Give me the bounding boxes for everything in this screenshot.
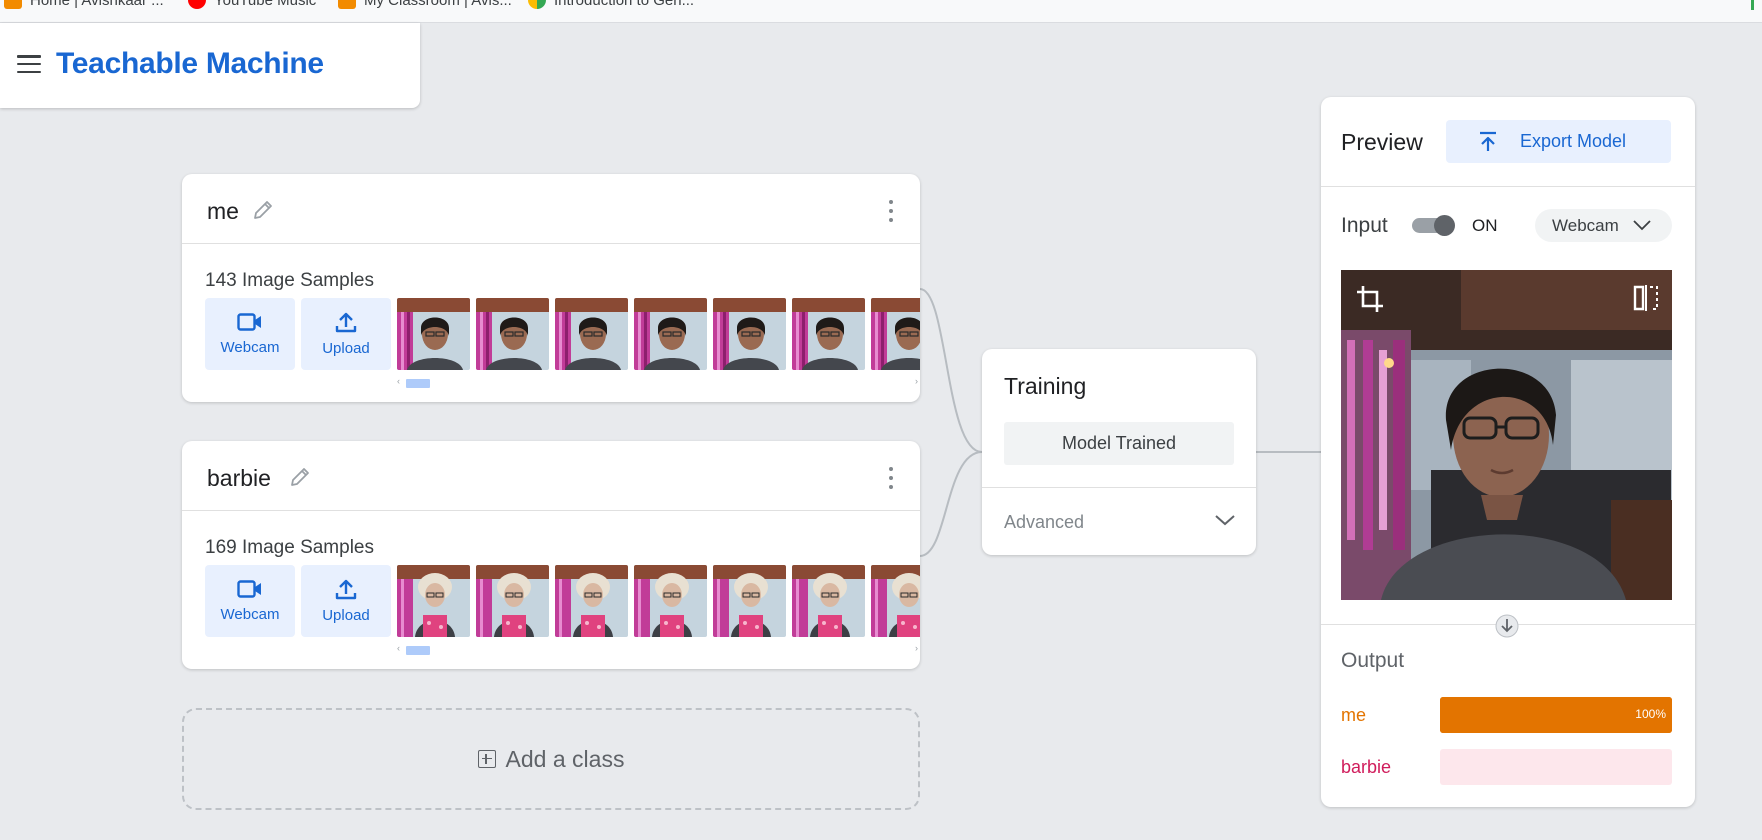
confidence-bar-barbie [1440,749,1672,785]
webcam-button[interactable]: Webcam [205,565,295,637]
class-name[interactable]: me [207,198,239,225]
sample-thumbnail[interactable] [713,298,786,370]
thumbnail-scrollbar[interactable]: ‹ › [397,376,920,388]
training-card: Training Model Trained Advanced [982,349,1256,555]
export-model-button[interactable]: Export Model [1446,120,1671,163]
model-trained-button[interactable]: Model Trained [1004,422,1234,465]
sample-thumbnail[interactable] [792,298,865,370]
hamburger-menu-icon[interactable] [17,55,41,73]
bookmark-avishkaar-home[interactable]: Home | Avishkaar ... [4,0,164,9]
avishkaar-icon [4,0,22,9]
thumbnail-scrollbar[interactable]: ‹ › [397,643,920,655]
bookmark-intro-gen[interactable]: Introduction to Gen... [528,0,694,9]
flip-horizontal-icon[interactable] [1632,284,1660,312]
sample-thumbnail[interactable] [634,565,707,637]
sample-thumbnail[interactable] [555,298,628,370]
sample-count: 143 Image Samples [205,270,374,291]
bookmarks-bar: Home | Avishkaar ... YouTube Music My Cl… [0,0,1762,23]
class-name[interactable]: barbie [207,465,271,492]
class-card-barbie: barbie 169 Image Samples Webcam Upload ‹… [182,441,920,669]
add-box-icon [477,750,496,768]
webcam-preview [1341,270,1672,600]
toggle-state-label: ON [1472,216,1498,235]
advanced-toggle-label[interactable]: Advanced [1004,512,1084,533]
app-header: Teachable Machine [0,23,420,108]
scroll-right-arrow-icon[interactable]: › [915,643,918,653]
google-icon [528,0,546,9]
sample-thumbnail[interactable] [397,565,470,637]
upload-button[interactable]: Upload [301,298,391,370]
sample-count: 169 Image Samples [205,537,374,558]
bookmark-overflow-edge [1751,0,1754,10]
sample-thumbnail[interactable] [792,565,865,637]
add-class-button[interactable]: Add a class [182,708,920,810]
sample-thumbnail[interactable] [476,565,549,637]
bookmark-my-classroom[interactable]: My Classroom | Avis... [338,0,512,9]
input-toggle-switch[interactable] [1412,215,1456,236]
sample-thumbnails[interactable] [397,298,920,370]
video-camera-icon [237,313,261,331]
arrow-down-circle-icon[interactable] [1495,614,1519,638]
sample-thumbnail[interactable] [476,298,549,370]
avishkaar-icon [338,0,356,9]
divider [1321,186,1695,187]
preview-title: Preview [1341,129,1423,155]
app-title[interactable]: Teachable Machine [56,47,324,81]
more-options-icon[interactable] [888,200,894,222]
webcam-button[interactable]: Webcam [205,298,295,370]
scroll-thumb[interactable] [406,379,430,388]
scroll-left-arrow-icon[interactable]: ‹ [397,643,400,653]
sample-thumbnail[interactable] [871,565,920,637]
divider [982,487,1256,488]
preview-panel: Preview Export Model Input ON Webcam Out… [1321,97,1695,807]
more-options-icon[interactable] [888,467,894,489]
sample-thumbnail[interactable] [555,565,628,637]
output-class-label-barbie: barbie [1341,757,1392,777]
scroll-thumb[interactable] [406,646,430,655]
bookmark-youtube-music[interactable]: YouTube Music [188,0,316,9]
toggle-knob [1434,215,1455,236]
class-card-me: me 143 Image Samples Webcam Upload ‹ › [182,174,920,402]
scroll-left-arrow-icon[interactable]: ‹ [397,376,400,386]
chevron-down-icon[interactable] [1214,513,1236,527]
output-label: Output [1341,649,1405,672]
confidence-bar-me: 100% [1440,697,1672,733]
class-card-header: barbie [182,441,920,511]
upload-icon [335,579,357,600]
sample-thumbnail[interactable] [397,298,470,370]
edit-pencil-icon[interactable] [288,465,312,489]
upload-button[interactable]: Upload [301,565,391,637]
output-class-label-me: me [1341,705,1367,725]
video-camera-icon [237,580,261,598]
export-upload-icon [1480,131,1496,151]
training-title: Training [1004,373,1087,399]
sample-thumbnail[interactable] [871,298,920,370]
input-source-dropdown[interactable]: Webcam [1535,209,1672,242]
crop-icon[interactable] [1355,284,1385,314]
sample-thumbnail[interactable] [634,298,707,370]
sample-thumbnails[interactable] [397,565,920,637]
youtube-music-icon [188,0,206,9]
input-label: Input [1341,214,1388,237]
sample-thumbnail[interactable] [713,565,786,637]
edit-pencil-icon[interactable] [251,198,275,222]
chevron-down-icon [1633,220,1651,231]
upload-icon [335,312,357,333]
scroll-right-arrow-icon[interactable]: › [915,376,918,386]
confidence-percent: 100% [1635,707,1666,721]
class-card-header: me [182,174,920,244]
